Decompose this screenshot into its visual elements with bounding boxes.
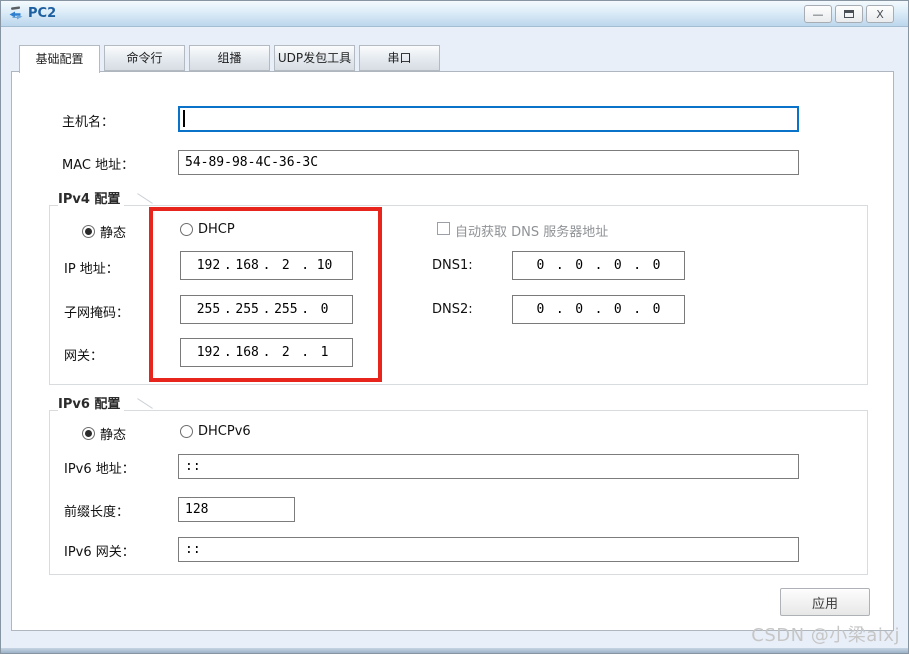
- dns2-field[interactable]: 0. 0. 0. 0: [512, 295, 685, 324]
- ipv6-address-input[interactable]: [178, 454, 799, 479]
- subnet-mask-field[interactable]: 255. 255. 255. 0: [180, 295, 353, 324]
- ensp-pc-icon: [9, 6, 23, 20]
- ipv4-group-label: IPv4 配置: [58, 188, 125, 207]
- dns1-label: DNS1:: [432, 258, 473, 273]
- hostname-label: 主机名：: [62, 115, 115, 130]
- dns-auto-label: 自动获取 DNS 服务器地址: [455, 225, 609, 240]
- gateway-field[interactable]: 192. 168. 2. 1: [180, 338, 353, 367]
- tab-command-line[interactable]: 命令行: [104, 45, 185, 71]
- dns1-field[interactable]: 0. 0. 0. 0: [512, 251, 685, 280]
- radio-unselected-icon: [180, 425, 193, 438]
- ipv6-static-radio[interactable]: 静态: [82, 424, 126, 443]
- gateway-label: 网关：: [64, 349, 104, 364]
- radio-selected-icon: [82, 427, 95, 440]
- title-bar[interactable]: PC2 — X: [1, 1, 908, 27]
- ipv4-group-tab-line: [137, 193, 153, 204]
- prefix-length-input[interactable]: [178, 497, 295, 522]
- ipv6-group-tab-line: [137, 398, 153, 409]
- pc-config-window: PC2 — X 基础配置 命令行 组播 UDP发包工具 串口 主机名： MAC …: [0, 0, 909, 654]
- mac-label: MAC 地址：: [62, 158, 135, 173]
- ipv6-dhcp-radio[interactable]: DHCPv6: [180, 424, 251, 439]
- radio-selected-icon: [82, 225, 95, 238]
- close-button[interactable]: X: [866, 5, 894, 23]
- ipv4-dhcp-radio[interactable]: DHCP: [180, 222, 235, 237]
- radio-unselected-icon: [180, 223, 193, 236]
- mac-input[interactable]: [178, 150, 799, 175]
- ip-address-field[interactable]: 192. 168. 2. 10: [180, 251, 353, 280]
- subnet-mask-label: 子网掩码：: [64, 306, 130, 321]
- ip-address-label: IP 地址：: [64, 262, 119, 277]
- ipv4-static-radio[interactable]: 静态: [82, 222, 126, 241]
- apply-button[interactable]: 应用: [780, 588, 870, 616]
- ipv6-address-label: IPv6 地址：: [64, 462, 135, 477]
- dns2-label: DNS2:: [432, 302, 473, 317]
- window-controls: — X: [804, 5, 894, 23]
- ipv6-gateway-input[interactable]: [178, 537, 799, 562]
- window-title: PC2: [28, 6, 57, 21]
- hostname-input[interactable]: [178, 106, 799, 132]
- maximize-icon: [844, 10, 854, 18]
- tab-basic-config[interactable]: 基础配置: [19, 45, 100, 73]
- ipv6-gateway-label: IPv6 网关：: [64, 545, 135, 560]
- csdn-watermark: CSDN @小梁aixj: [751, 625, 900, 646]
- basic-config-panel: 主机名： MAC 地址： IPv4 配置 静态 DHCP IP 地址： 192.…: [11, 71, 894, 631]
- tab-serial-port[interactable]: 串口: [359, 45, 440, 71]
- maximize-button[interactable]: [835, 5, 863, 23]
- ipv6-group-label: IPv6 配置: [58, 393, 125, 412]
- prefix-length-label: 前缀长度：: [64, 505, 130, 520]
- text-caret: [183, 110, 185, 127]
- tab-udp-tool[interactable]: UDP发包工具: [274, 45, 355, 71]
- minimize-button[interactable]: —: [804, 5, 832, 23]
- dns-auto-checkbox[interactable]: [437, 222, 450, 235]
- tab-multicast[interactable]: 组播: [189, 45, 270, 71]
